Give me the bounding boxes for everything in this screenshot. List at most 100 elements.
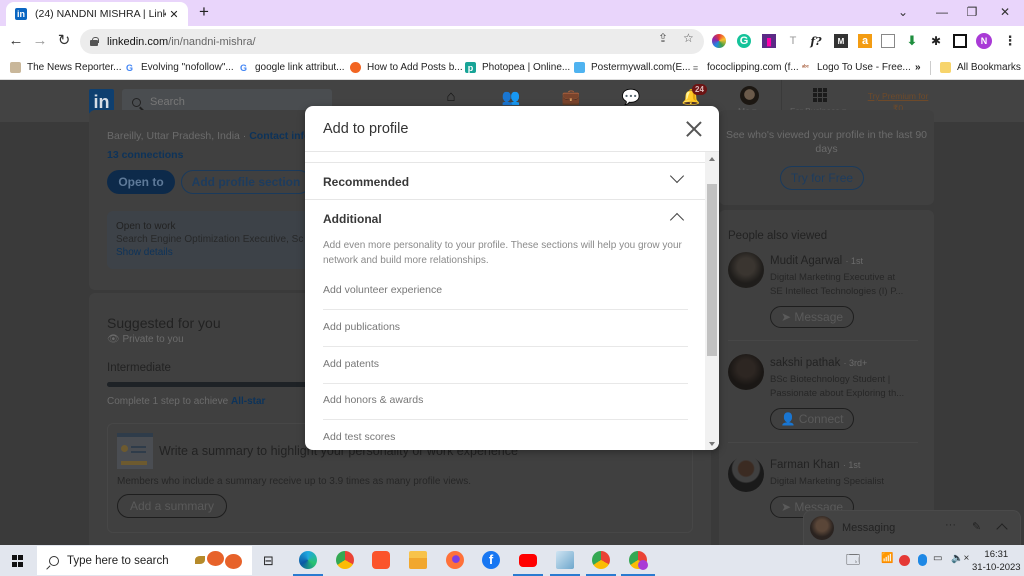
option-add-patents[interactable]: Add patents: [323, 347, 688, 384]
screenshot-extension-icon[interactable]: [881, 34, 895, 48]
download-extension-icon[interactable]: ⬇: [905, 33, 919, 48]
back-button[interactable]: ←: [7, 32, 25, 50]
bookmark-item[interactable]: Ggoogle link attribut...: [238, 62, 345, 73]
address-bar[interactable]: linkedin.com/in/nandni-mishra/: [80, 29, 704, 54]
person-avatar[interactable]: [728, 354, 764, 390]
message-button[interactable]: ➤ Message: [770, 306, 854, 328]
connect-button[interactable]: 👤 Connect: [770, 408, 854, 430]
complete-step-text: Complete 1 step to achieve All-star: [107, 396, 265, 407]
messaging-icon[interactable]: 💬: [621, 88, 641, 106]
person-name[interactable]: Mudit Agarwal: [770, 255, 842, 267]
bluetooth-icon[interactable]: [918, 554, 927, 566]
bookmark-item[interactable]: The News Reporter...: [10, 62, 121, 73]
file-explorer-icon[interactable]: [409, 551, 427, 569]
bookmark-item[interactable]: ᵃᵇᶜ Logo To Use - Free...: [800, 62, 911, 73]
bookmark-item[interactable]: G Evolving "nofollow"...: [124, 62, 234, 73]
option-add-honors-awards[interactable]: Add honors & awards: [323, 383, 688, 420]
bookmark-item[interactable]: How to Add Posts b...: [350, 62, 463, 73]
accordion-title: Recommended: [323, 175, 410, 189]
me-avatar[interactable]: [740, 86, 759, 105]
new-tab-button[interactable]: +: [195, 3, 213, 21]
more-options-icon[interactable]: ···: [945, 519, 956, 531]
firefox-icon[interactable]: [446, 551, 464, 569]
side-panel-icon[interactable]: [953, 34, 967, 48]
bookmarks-overflow-button[interactable]: »: [915, 62, 921, 73]
close-icon[interactable]: [685, 120, 703, 138]
option-label: Add patents: [323, 358, 380, 370]
bookmark-item[interactable]: Postermywall.com(E...: [574, 62, 690, 73]
facebook-icon[interactable]: f: [482, 551, 500, 569]
jobs-icon[interactable]: 💼: [561, 88, 581, 106]
grammarly-extension-icon[interactable]: G: [737, 34, 751, 48]
all-bookmarks-button[interactable]: All Bookmarks: [940, 62, 1021, 73]
option-add-publications[interactable]: Add publications: [323, 310, 688, 347]
bookmark-star-icon[interactable]: ☆: [683, 31, 694, 45]
edge-icon[interactable]: [299, 551, 317, 569]
wifi-icon[interactable]: 📶: [881, 553, 893, 564]
bookmark-item[interactable]: p Photopea | Online...: [465, 62, 570, 73]
tab-search-chevron-icon[interactable]: ⌄: [888, 3, 918, 21]
bookmark-label: Photopea | Online...: [482, 62, 571, 73]
minimize-button[interactable]: —: [927, 3, 957, 21]
scrollbar-thumb[interactable]: [707, 184, 717, 356]
my-network-icon[interactable]: 👥: [501, 88, 521, 106]
chrome-profile-icon[interactable]: [592, 551, 610, 569]
person-name[interactable]: sakshi pathak: [770, 357, 840, 369]
task-view-icon[interactable]: ⊟: [263, 553, 274, 569]
battery-icon[interactable]: ▭: [933, 553, 942, 564]
brave-icon[interactable]: [372, 551, 390, 569]
modal-body: Recommended Additional Add even more per…: [305, 152, 705, 450]
try-for-free-button[interactable]: Try for Free: [780, 166, 864, 190]
open-to-button[interactable]: Open to: [107, 170, 175, 194]
accordion-additional[interactable]: Additional: [305, 201, 705, 237]
url-path: /in/nandni-mishra/: [168, 35, 256, 48]
chevron-up-icon[interactable]: [996, 523, 1008, 535]
add-summary-button[interactable]: Add a summary: [117, 494, 227, 518]
reload-button[interactable]: ↻: [55, 32, 73, 50]
youtube-icon[interactable]: [519, 554, 537, 567]
browser-menu-icon[interactable]: ⋮: [1003, 33, 1017, 48]
system-clock[interactable]: 16:31 31-10-2023: [972, 548, 1021, 574]
accordion-recommended[interactable]: Recommended: [305, 164, 705, 200]
volume-muted-icon[interactable]: 🔈×: [951, 553, 969, 564]
tab-close-icon[interactable]: ✕: [166, 8, 182, 21]
scroll-down-arrow-icon[interactable]: [709, 442, 715, 446]
font-extension-icon[interactable]: f?: [809, 34, 823, 48]
restore-button[interactable]: ❐: [957, 3, 987, 21]
person-name[interactable]: Farman Khan: [770, 459, 840, 471]
messaging-panel[interactable]: Messaging ··· ✎: [803, 510, 1021, 545]
scroll-up-arrow-icon[interactable]: [709, 157, 715, 161]
notepad-icon[interactable]: [556, 551, 574, 569]
bookmark-item[interactable]: ≡ fococlipping.com (f...: [690, 62, 799, 73]
news-widget-icon[interactable]: 🗔: [846, 551, 860, 573]
person-avatar[interactable]: [728, 456, 764, 492]
home-icon[interactable]: ⌂: [441, 88, 461, 105]
modal-scrollbar[interactable]: [705, 152, 719, 450]
for-business-grid-icon[interactable]: [813, 88, 827, 102]
share-icon[interactable]: ⇪: [658, 31, 668, 45]
m-extension-icon[interactable]: M: [834, 34, 848, 48]
close-window-button[interactable]: ✕: [990, 3, 1020, 21]
color-picker-extension-icon[interactable]: [712, 34, 726, 48]
person-headline: Passionate about Exploring th...: [770, 388, 905, 399]
forward-button[interactable]: →: [31, 32, 49, 50]
connections-link[interactable]: 13 connections: [107, 149, 183, 161]
add-profile-section-button[interactable]: Add profile section: [181, 170, 311, 194]
profile-avatar[interactable]: N: [976, 33, 992, 49]
compose-icon[interactable]: ✎: [972, 520, 981, 533]
person-degree: · 3rd+: [843, 358, 868, 368]
option-add-volunteer-experience[interactable]: Add volunteer experience: [323, 273, 688, 310]
tab-linkedin-profile[interactable]: in (24) NANDNI MISHRA | LinkedIn ✕: [6, 2, 188, 26]
a-extension-icon[interactable]: a: [858, 34, 872, 48]
contact-info-link[interactable]: Contact info: [249, 130, 310, 142]
extension-icon[interactable]: ▮: [762, 34, 776, 48]
extensions-puzzle-icon[interactable]: ✱: [929, 34, 943, 48]
text-extension-icon[interactable]: T: [786, 34, 800, 48]
windows-start-icon[interactable]: [12, 555, 24, 567]
person-avatar[interactable]: [728, 252, 764, 288]
chrome-icon[interactable]: [336, 551, 354, 569]
mcafee-icon[interactable]: [899, 555, 910, 566]
taskbar-search-input[interactable]: Type here to search: [37, 546, 252, 575]
show-details-link[interactable]: Show details: [116, 247, 173, 258]
option-add-test-scores[interactable]: Add test scores: [323, 420, 688, 450]
